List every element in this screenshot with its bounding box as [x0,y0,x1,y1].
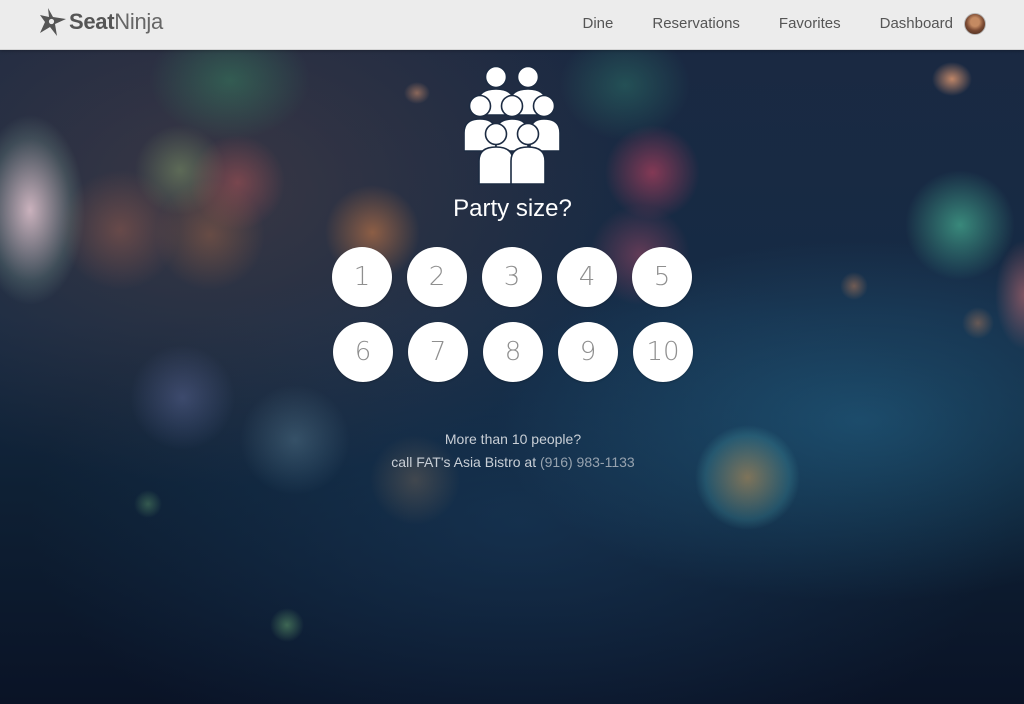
people-group-icon [464,65,561,185]
bokeh-light [134,490,162,518]
party-size-row: 1 2 3 4 5 [332,247,694,307]
logo-word-ninja: Ninja [114,9,163,34]
party-size-10-button[interactable]: 10 [633,322,693,382]
party-size-9-button[interactable]: 9 [558,322,618,382]
main-nav: Dine Reservations Favorites Dashboard [544,0,986,47]
party-size-6-button[interactable]: 6 [333,322,393,382]
nav-dine[interactable]: Dine [583,15,614,32]
bokeh-light [905,170,1015,280]
party-size-row: 6 7 8 9 10 [333,322,694,382]
party-size-1-button[interactable]: 1 [332,247,392,307]
bokeh-light [962,307,994,339]
user-avatar[interactable] [964,12,986,35]
logo-word-seat: Seat [69,9,115,34]
party-size-7-button[interactable]: 7 [408,322,468,382]
bokeh-light [60,170,180,290]
party-size-8-button[interactable]: 8 [483,322,543,382]
party-size-options: 1 2 3 4 5 6 7 8 9 10 [332,247,694,382]
call-restaurant-text: call FAT's Asia Bistro at [391,454,537,470]
bokeh-light [995,240,1024,350]
party-size-title: Party size? [453,195,572,222]
top-navigation-bar: SeatNinja Dine Reservations Favorites Da… [0,0,1024,50]
bokeh-light [404,82,430,104]
logo-wordmark: SeatNinja [69,9,163,35]
party-size-2-button[interactable]: 2 [407,247,467,307]
large-party-info: More than 10 people? call FAT's Asia Bis… [0,428,1024,474]
seatninja-logo[interactable]: SeatNinja [39,5,163,39]
party-size-3-button[interactable]: 3 [482,247,542,307]
restaurant-phone-link[interactable]: (916) 983-1133 [540,454,635,470]
bokeh-light [932,62,972,96]
party-size-4-button[interactable]: 4 [557,247,617,307]
ninja-star-icon [40,8,66,36]
call-line: call FAT's Asia Bistro at (916) 983-1133 [0,451,1024,474]
party-size-5-button[interactable]: 5 [632,247,692,307]
nav-dashboard[interactable]: Dashboard [880,15,953,32]
nav-favorites[interactable]: Favorites [779,15,841,32]
bokeh-light [270,608,304,642]
bokeh-light [840,272,868,300]
nav-reservations[interactable]: Reservations [652,15,740,32]
more-than-ten-text: More than 10 people? [444,431,582,447]
